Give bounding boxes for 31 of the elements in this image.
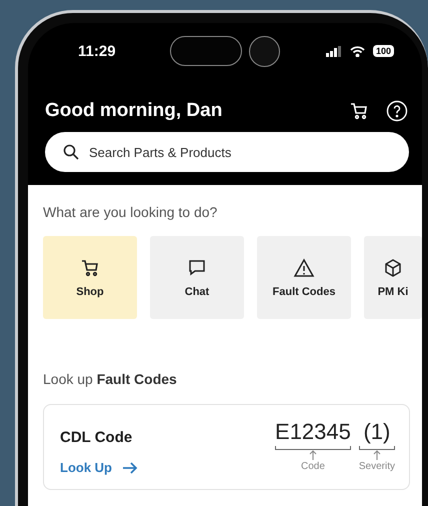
help-icon[interactable] [386, 100, 408, 122]
action-tile[interactable]: Fault Codes [257, 236, 351, 319]
camera-lens [249, 36, 280, 66]
arrow-up-icon [308, 450, 317, 460]
action-tile[interactable]: Shop [43, 236, 137, 319]
chat-bubble-icon [187, 258, 207, 278]
action-tile[interactable]: Chat [150, 236, 244, 319]
signal-icon [326, 46, 342, 56]
search-icon [63, 144, 79, 160]
example-severity: (1) [363, 419, 390, 445]
greeting: Good morning, Dan [45, 100, 224, 122]
search-field[interactable]: Search Parts & Products [45, 132, 409, 172]
cart-icon[interactable] [348, 101, 370, 121]
card-title: CDL Code [60, 429, 134, 446]
severity-bracket [358, 446, 395, 450]
wifi-icon [350, 46, 365, 56]
example-code: E12345 [275, 419, 351, 445]
status-time: 11:29 [78, 42, 117, 60]
cube-icon [383, 258, 403, 278]
section-heading: Look up Fault Codes [43, 371, 178, 387]
warning-icon [293, 258, 315, 278]
look-up-link[interactable]: Look Up [60, 460, 138, 475]
severity-caption: Severity [358, 461, 395, 472]
dynamic-island [170, 36, 242, 66]
arrow-right-icon [122, 460, 138, 474]
cart-icon [80, 258, 100, 278]
code-caption: Code [300, 461, 325, 472]
arrow-up-icon [372, 450, 381, 460]
section-prompt: What are you looking to do? [43, 204, 218, 220]
battery-level: 100 [372, 45, 394, 57]
action-tile[interactable]: PM Ki [364, 236, 422, 319]
